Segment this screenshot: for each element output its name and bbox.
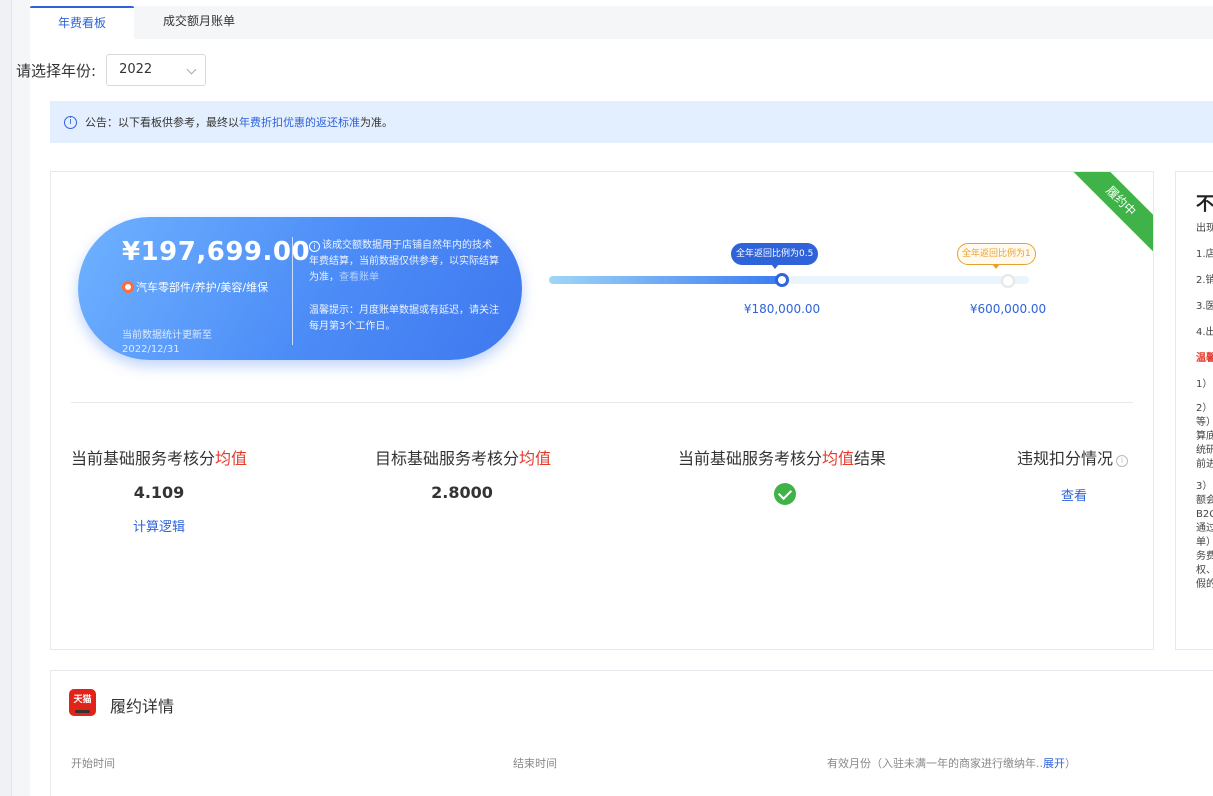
detail-title: 履约详情	[110, 697, 175, 716]
target-score-value: 2.8000	[431, 483, 493, 502]
milestone-flag-2: 全年返回比例为1	[957, 243, 1036, 269]
side-line: 3）	[1196, 481, 1213, 492]
notice-text: 公告：以下看板供参考，最终以年费折扣优惠的返还标准为准。	[85, 116, 393, 129]
current-score-value: 4.109	[133, 483, 185, 502]
milestone-value-1: ¥180,000.00	[743, 302, 821, 316]
side-line: 2.销	[1196, 275, 1213, 286]
view-violation-link[interactable]: 查看	[1061, 485, 1087, 504]
side-line: 假的	[1196, 579, 1213, 590]
view-bill-link[interactable]: 查看账单	[339, 272, 379, 283]
year-select[interactable]: 2022	[106, 54, 207, 86]
tmall-logo: 天猫	[69, 689, 96, 716]
tab-bar: 年费看板 成交额月账单	[30, 6, 1213, 39]
info-icon: i	[309, 241, 320, 252]
fulfillment-detail-section: 天猫 履约详情 开始时间 结束时间 有效月份（入驻未满一年的商家进行缴纳年..展…	[50, 670, 1213, 796]
section-divider	[71, 402, 1133, 403]
col-end-time: 结束时间	[513, 757, 557, 770]
category-icon	[122, 281, 134, 293]
side-line: 单）	[1196, 537, 1213, 548]
annual-fee-card: 履约中 ¥197,699.00 汽车零部件/养护/美容/维保 当前数据统计更新至…	[50, 171, 1154, 650]
side-line: 3.医	[1196, 301, 1213, 312]
side-line: 算底	[1196, 431, 1213, 442]
side-line: 出现	[1196, 223, 1213, 234]
calc-logic-link[interactable]: 计算逻辑	[109, 516, 209, 535]
metric-label-target-score: 目标基础服务考核分均值	[375, 449, 552, 468]
page: 年费看板 成交额月账单 请选择年份: 2022 i 公告：以下看板供参考，最终以…	[16, 0, 1213, 796]
info-icon: i	[64, 115, 77, 129]
year-selector-row: 请选择年份: 2022	[16, 54, 207, 86]
progress-fill	[549, 276, 782, 284]
help-icon[interactable]: i	[1116, 455, 1129, 467]
update-time: 当前数据统计更新至2022/12/31	[122, 330, 212, 355]
milestone-marker-2	[1001, 274, 1015, 288]
pill-divider	[292, 237, 293, 345]
pass-check-icon	[774, 483, 796, 505]
side-line: 权、	[1196, 565, 1213, 576]
delay-tip: 温馨提示：月度账单数据或有延迟，请关注每月第3个工作日。	[309, 305, 499, 332]
expand-link[interactable]: 展开	[1043, 757, 1065, 770]
side-line: 统研	[1196, 445, 1213, 456]
milestone-marker-1	[775, 273, 789, 287]
side-line: 2）	[1196, 403, 1213, 414]
amount-description: i 该成交额数据用于店铺自然年内的技术年费结算，当前数据仅供参考，以实际结算为准，…	[309, 240, 499, 283]
metric-label-score-result: 当前基础服务考核分均值结果	[678, 449, 887, 468]
notice-bar: i 公告：以下看板供参考，最终以年费折扣优惠的返还标准为准。	[50, 101, 1213, 143]
status-ribbon: 履约中	[1069, 172, 1153, 253]
left-rail	[0, 0, 12, 796]
milestone-value-2: ¥600,000.00	[969, 302, 1047, 316]
col-valid-months: 有效月份（入驻未满一年的商家进行缴纳年..展开）	[827, 757, 1076, 770]
side-line: 4.出	[1196, 327, 1213, 338]
tab-annual-fee-board[interactable]: 年费看板	[30, 6, 134, 39]
notice-highlight: 年费折扣优惠的返还标准	[239, 116, 360, 129]
side-panel-title: 不	[1196, 194, 1213, 215]
tab-monthly-bill[interactable]: 成交额月账单	[144, 6, 254, 39]
side-line: B2C	[1196, 509, 1213, 520]
transaction-amount: ¥197,699.00	[122, 237, 311, 267]
return-progress-bar	[549, 273, 1029, 288]
category-label: 汽车零部件/养护/美容/维保	[122, 279, 284, 297]
side-line: 1.店	[1196, 249, 1213, 260]
metric-label-current-score: 当前基础服务考核分均值	[71, 449, 248, 468]
rules-side-panel: 不 出现 1.店 2.销 3.医 4.出 温馨 1） 2） 等） 算底 统研 前…	[1175, 171, 1213, 650]
side-line: 1）	[1196, 379, 1213, 390]
metric-label-violation: 违规扣分情况 i	[1017, 445, 1129, 469]
side-line: 通过	[1196, 523, 1213, 534]
side-line: 前进	[1196, 459, 1213, 470]
summary-pill: ¥197,699.00 汽车零部件/养护/美容/维保 当前数据统计更新至2022…	[78, 217, 522, 360]
side-line: 等）	[1196, 417, 1213, 428]
milestone-flag-1: 全年返回比例为0.5	[731, 243, 819, 269]
col-start-time: 开始时间	[71, 757, 115, 770]
side-line: 额会	[1196, 495, 1213, 506]
chevron-down-icon	[186, 64, 197, 75]
side-line: 务费	[1196, 551, 1213, 562]
year-label: 请选择年份:	[16, 61, 97, 80]
side-red-line: 温馨	[1196, 353, 1213, 364]
year-value: 2022	[119, 62, 153, 77]
